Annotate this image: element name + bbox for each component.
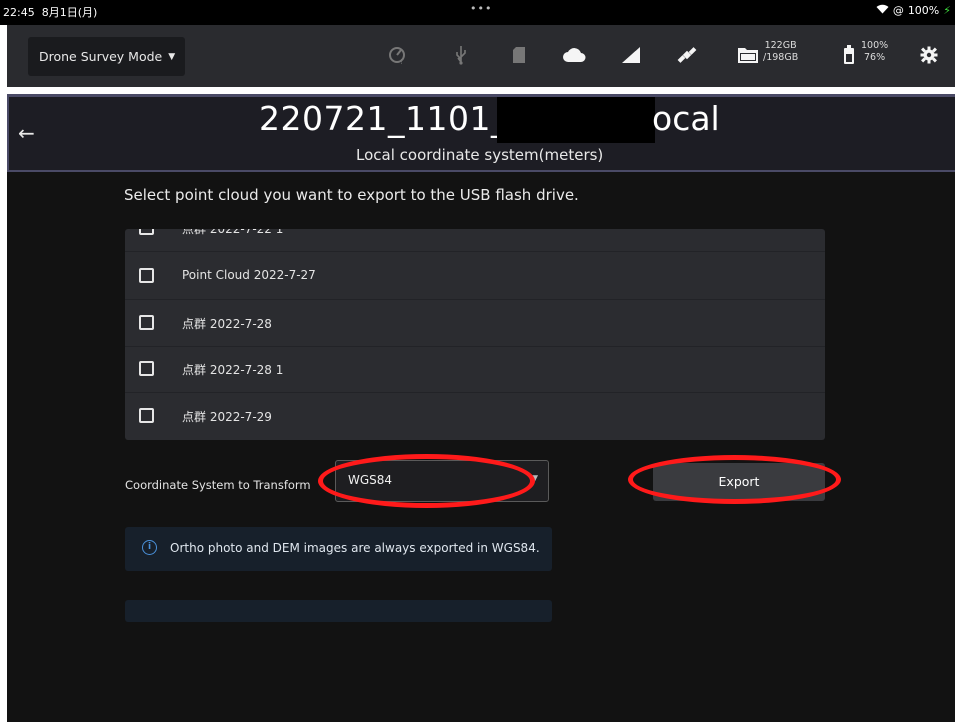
export-instruction: Select point cloud you want to export to…: [124, 186, 579, 204]
checkbox[interactable]: [139, 361, 154, 376]
checkbox[interactable]: [139, 315, 154, 330]
point-cloud-label: 点群 2022-7-29: [182, 410, 272, 424]
mode-label: Drone Survey Mode: [39, 49, 163, 64]
checkbox[interactable]: [139, 408, 154, 423]
export-panel: Select point cloud you want to export to…: [7, 172, 955, 722]
caret-down-icon: ▼: [168, 51, 176, 62]
status-indicators: @ 100% ⚡: [876, 4, 951, 17]
sd-card-icon[interactable]: [507, 43, 531, 67]
checkbox[interactable]: [139, 229, 154, 235]
coordinate-system-label: Coordinate System to Transform: [125, 478, 311, 492]
info-banner: i Ortho photo and DEM images are always …: [125, 527, 552, 571]
info-text: Ortho photo and DEM images are always ex…: [170, 541, 540, 555]
list-item[interactable]: 点群 2022-7-28 1: [125, 346, 825, 393]
usb-icon[interactable]: [449, 43, 473, 67]
point-cloud-label: 点群 2022-7-28: [182, 317, 272, 331]
satellite-icon[interactable]: [675, 43, 699, 67]
gauge-icon[interactable]: !: [385, 43, 409, 67]
folder-icon[interactable]: [736, 43, 760, 67]
back-arrow-icon[interactable]: ←: [18, 121, 35, 145]
list-item[interactable]: Point Cloud 2022-7-27: [125, 253, 825, 300]
coordinate-system-subtitle: Local coordinate system(meters): [356, 146, 604, 164]
coordinate-system-value: WGS84: [348, 473, 393, 487]
storage-total: /198GB: [763, 52, 799, 63]
list-item[interactable]: 点群 2022-7-29: [125, 393, 825, 440]
info-banner-secondary: [125, 600, 552, 622]
caret-down-icon: ▼: [531, 474, 538, 484]
mode-dropdown[interactable]: Drone Survey Mode ▼: [28, 37, 185, 76]
battery-top: 100%: [861, 40, 889, 51]
orientation-lock-icon: @: [892, 4, 904, 17]
point-cloud-label: 点群 2022-7-28 1: [182, 363, 284, 377]
info-icon: i: [142, 540, 157, 555]
gear-icon[interactable]: [917, 43, 941, 67]
svg-text:!: !: [400, 58, 403, 65]
project-header: ← 220721_1101_3 ocal Local coordinate sy…: [7, 94, 955, 172]
list-item[interactable]: 点群 2022-7-28: [125, 300, 825, 347]
cloud-icon[interactable]: [562, 43, 586, 67]
battery-indicator: 100% 76%: [861, 40, 888, 64]
project-title-tail: ocal: [652, 99, 720, 138]
status-time: 22:45 8月1日(月): [3, 6, 98, 19]
project-title: 220721_1101_3: [259, 99, 530, 138]
signal-icon: [619, 43, 643, 67]
page-edge: [0, 604, 7, 722]
checkbox[interactable]: [139, 268, 154, 283]
point-cloud-label: 点群 2022-7-22 1: [182, 229, 284, 236]
storage-used: 122GB: [764, 40, 797, 51]
storage-indicator: 122GB /198GB: [763, 40, 798, 64]
battery-bottom: 76%: [864, 52, 886, 63]
list-item[interactable]: 点群 2022-7-22 1: [125, 229, 825, 252]
multitask-dots[interactable]: •••: [470, 2, 492, 15]
battery-icon: [837, 43, 861, 67]
battery-charging-icon: ⚡: [943, 4, 951, 17]
battery-percent: 100%: [907, 4, 940, 17]
point-cloud-label: Point Cloud 2022-7-27: [182, 268, 316, 282]
app-toolbar: Drone Survey Mode ▼ ! 122GB /198GB 100% …: [7, 25, 955, 87]
redaction-block: [497, 97, 655, 143]
wifi-icon: [876, 4, 889, 17]
point-cloud-list[interactable]: 点群 2022-7-22 1 Point Cloud 2022-7-27 点群 …: [125, 229, 825, 440]
status-bar: 22:45 8月1日(月) ••• @ 100% ⚡: [0, 0, 955, 25]
export-button[interactable]: Export: [653, 463, 825, 501]
coordinate-system-select[interactable]: WGS84 ▼: [335, 460, 549, 502]
